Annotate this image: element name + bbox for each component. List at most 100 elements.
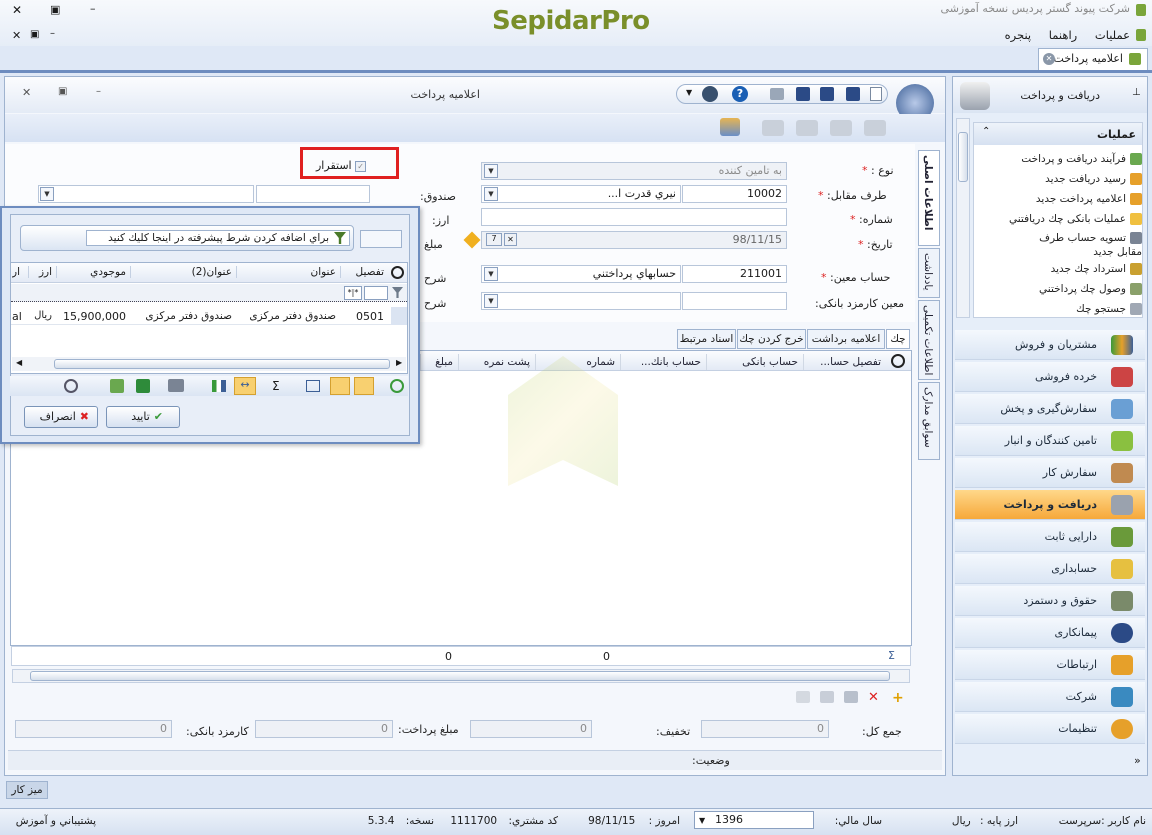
pcol-title2[interactable]: عنوان(2) [130,266,236,278]
nav-receipt-payment[interactable]: دریافت و پرداخت [955,490,1145,520]
form-minimize-icon[interactable]: – [96,86,101,97]
vtab-extra-info[interactable]: اطلاعات تکمیلی [918,300,940,380]
fiscal-year-dropdown-icon[interactable]: ▼ [699,813,705,829]
menu-window[interactable]: پنجره [1005,28,1031,42]
nav-accounting[interactable]: حسابداری [955,554,1145,584]
menu-help[interactable]: راهنما [1049,28,1077,42]
op-collect-cheque[interactable]: وصول چك پرداختني [972,282,1142,296]
nav-distribution[interactable]: سفارش‌گیری و پخش [955,394,1145,424]
ops-collapse-icon[interactable]: ⌃ [982,126,990,137]
filter-icon[interactable] [354,377,374,395]
ok-button[interactable]: ✔تایید [106,406,180,428]
account-dropdown-icon[interactable]: ▼ [484,267,498,281]
forward-icon[interactable] [796,120,818,136]
mdi-restore-icon[interactable]: ▣ [30,29,39,40]
account-name-field[interactable]: حسابهاي پرداختني [481,265,681,283]
bank-fee-dropdown-icon[interactable]: ▼ [484,294,498,308]
grid-hscroll-thumb[interactable] [30,671,890,681]
nav-contracting[interactable]: پیمانکاری [955,618,1145,648]
document-tab[interactable]: اعلامیه پرداخت ✕ [1038,48,1148,70]
nav-suppliers[interactable]: تامین کنندگان و انبار [955,426,1145,456]
col-detail-account[interactable]: تفصیل حسا... [803,354,885,370]
popup-search-icon[interactable] [391,266,404,279]
copy-doc-icon[interactable] [864,120,886,136]
nav-settings[interactable]: تنظیمات [955,714,1145,744]
form-restore-icon[interactable]: ▣ [58,86,67,97]
nav-company[interactable]: شرکت [955,682,1145,712]
filter-active-icon[interactable] [330,377,350,395]
toolbar-save-icon[interactable] [796,87,810,101]
party-dropdown-icon[interactable]: ▼ [484,187,498,201]
sidebar-expand-icon[interactable]: » [1134,754,1141,767]
desk-tab[interactable]: میز کار [6,781,48,799]
layout-icon[interactable] [64,379,78,393]
support-link[interactable]: پشتيباني و آموزش [6,815,96,827]
pcol-extra[interactable]: ار [12,266,26,278]
filter-input[interactable] [364,286,388,300]
vtab-main-info[interactable]: اطلاعات اصلی [918,150,940,246]
sidebar-pin-icon[interactable]: ⊥ [1132,87,1141,98]
fund-code-field[interactable] [256,185,370,203]
window-close-icon[interactable]: ✕ [12,3,22,17]
export-icon[interactable] [110,379,124,393]
op-new-receipt[interactable]: رسید دریافت جدید [972,172,1142,186]
back-icon[interactable] [762,120,784,136]
toolbar-new-icon[interactable] [870,87,882,101]
add-row-icon[interactable]: + [892,690,904,706]
filter-operator-icon[interactable]: *|* [344,286,362,300]
col-amount[interactable]: مبلغ [420,354,457,370]
settle-checkbox[interactable]: ✓ استقرار [316,159,367,172]
print-icon[interactable] [168,379,184,392]
pcol-balance[interactable]: موجودي [56,266,130,278]
bank-fee-code-field[interactable] [682,292,787,310]
vtab-notes[interactable]: یادداشت [918,248,940,298]
columns-icon[interactable] [306,380,320,392]
type-dropdown-icon[interactable]: ▼ [484,164,498,178]
mdi-close-icon[interactable]: ✕ [12,29,21,42]
pcol-currency[interactable]: ارز [28,266,56,278]
toolbar-nav-icon[interactable] [702,86,718,102]
party-name-field[interactable]: نيري قدرت ا... [481,185,681,203]
toolbar-dropdown-icon[interactable]: ▼ [686,88,692,97]
tab-withdrawal[interactable]: اعلامیه برداشت [807,329,885,349]
excel-icon[interactable] [136,379,150,393]
fit-columns-icon[interactable]: ↔ [234,377,256,395]
delete-row-icon[interactable]: ✕ [868,690,879,705]
sidebar-vscroll-thumb[interactable] [958,132,968,182]
vtab-history[interactable]: سوابق مدارک [918,382,940,460]
account-code-field[interactable]: 211001 [682,265,787,283]
mdi-minimize-icon[interactable]: – [50,28,55,39]
settle-check-icon[interactable]: ✓ [355,160,367,172]
toolbar-help-icon[interactable]: ? [732,86,748,102]
fund-dropdown-icon[interactable]: ▼ [40,187,54,201]
column-chooser-icon[interactable] [212,380,226,392]
tab-cheque[interactable]: چك [886,329,910,349]
grid-search-icon[interactable] [891,354,905,368]
cancel-button[interactable]: ✖انصراف [24,406,98,428]
toolbar-print-icon[interactable] [770,88,784,100]
op-settle-party[interactable]: تسويه حساب طرف مقابل جدید [1012,231,1142,259]
delete-doc-icon[interactable] [830,120,852,136]
popup-scroll-right-icon[interactable]: ▶ [396,358,402,367]
filter-side-box[interactable] [360,230,402,248]
form-close-icon[interactable]: ✕ [22,86,31,99]
op-new-payment[interactable]: اعلامیه پرداخت جدید [972,192,1142,206]
nav-payroll[interactable]: حقوق و دستمزد [955,586,1145,616]
nav-fixed-assets[interactable]: دارایی ثابت [955,522,1145,552]
nav-sales[interactable]: مشتریان و فروش [955,330,1145,360]
number-field[interactable] [481,208,787,226]
grid-tool3-icon[interactable] [796,691,810,703]
tab-spend-cheque[interactable]: خرج کردن چك [737,329,806,349]
nav-retail[interactable]: خرده فروشی [955,362,1145,392]
op-process[interactable]: فرآیند دریافت و پرداخت [972,152,1142,166]
tab-close-icon[interactable]: ✕ [1043,53,1055,65]
col-back-number[interactable]: پشت نمره [458,354,534,370]
date-clear-icon[interactable]: ✕ [504,233,517,246]
toolbar-save-new-icon[interactable] [846,87,860,101]
op-search-cheque[interactable]: جستجو چك [972,302,1142,316]
col-bank-account[interactable]: حساب بانکی [706,354,802,370]
fiscal-year-select[interactable]: ▼ 1396 [694,811,814,829]
type-field[interactable]: به تامین کننده [481,162,787,180]
nav-work-order[interactable]: سفارش کار [955,458,1145,488]
col-bank-account-2[interactable]: حساب بانك... [620,354,705,370]
